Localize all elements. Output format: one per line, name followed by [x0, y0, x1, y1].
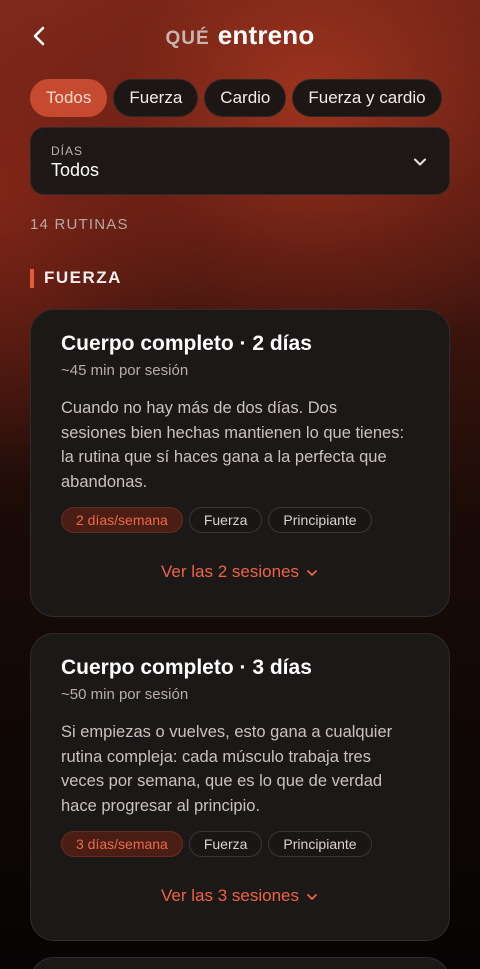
chevron-down-icon: [307, 569, 317, 576]
page-title: QUÉ entreno: [0, 20, 480, 51]
section-header: FUERZA: [30, 268, 122, 288]
routine-card-tags: 2 días/semana Fuerza Principiante: [61, 507, 372, 533]
routine-card-title: Cuerpo completo · 2 días: [61, 332, 312, 355]
routine-card-duration: ~50 min por sesión: [61, 686, 189, 703]
chevron-down-icon: [307, 893, 317, 900]
tag-level: Principiante: [268, 507, 372, 533]
routine-card-description: Cuando no hay más de dos días. Dos sesio…: [61, 399, 405, 491]
section-accent-bar: [30, 268, 34, 288]
tag-type: Fuerza: [188, 507, 263, 533]
view-sessions-label: Ver las 2 sesiones: [161, 562, 299, 581]
section-title: FUERZA: [44, 268, 122, 287]
header: QUÉ entreno: [0, 0, 480, 70]
chevron-down-icon: [414, 158, 426, 166]
view-sessions-button[interactable]: Ver las 2 sesiones: [31, 562, 449, 582]
filter-chips: Todos Fuerza Cardio Fuerza y cardio: [30, 79, 442, 117]
chip-cardio[interactable]: Cardio: [204, 79, 287, 117]
routine-card-description: Si empiezas o vuelves, esto gana a cualq…: [61, 723, 393, 815]
tag-frequency: 3 días/semana: [61, 831, 183, 857]
tag-level: Principiante: [268, 831, 372, 857]
chip-todos[interactable]: Todos: [30, 79, 108, 117]
routine-count: 14 RUTINAS: [30, 216, 129, 233]
routine-card: Cuerpo completo · 3 días ~50 min por ses…: [30, 633, 450, 941]
days-select-label: DÍAS: [51, 144, 84, 158]
chip-fuerza[interactable]: Fuerza: [113, 79, 199, 117]
routine-card-tags: 3 días/semana Fuerza Principiante: [61, 831, 372, 857]
view-sessions-label: Ver las 3 sesiones: [161, 886, 299, 905]
tag-type: Fuerza: [188, 831, 263, 857]
chip-fuerza-y-cardio[interactable]: Fuerza y cardio: [292, 79, 442, 117]
days-select[interactable]: DÍAS Todos: [30, 127, 450, 195]
page-title-main: entreno: [217, 20, 315, 50]
days-select-value: Todos: [51, 160, 100, 180]
routine-card-title: Cuerpo completo · 3 días: [61, 656, 312, 679]
routine-card: Cuerpo completo · 2 días ~45 min por ses…: [30, 309, 450, 617]
view-sessions-button[interactable]: Ver las 3 sesiones: [31, 886, 449, 906]
routine-card-duration: ~45 min por sesión: [61, 362, 189, 379]
routine-card-partial: [30, 957, 450, 969]
tag-frequency: 2 días/semana: [61, 507, 183, 533]
page-title-prefix: QUÉ: [165, 28, 210, 49]
